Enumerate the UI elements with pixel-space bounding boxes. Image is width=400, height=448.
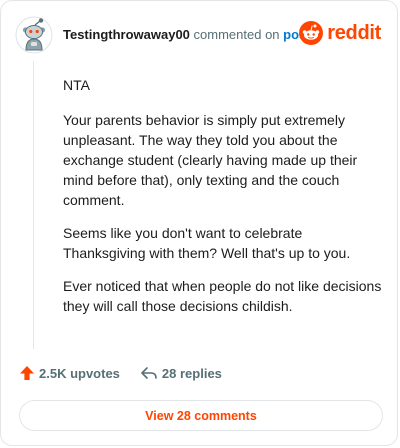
upvote-control[interactable]: 2.5K upvotes <box>19 365 120 381</box>
avatar[interactable] <box>15 16 53 54</box>
reddit-brand[interactable]: reddit <box>299 21 381 45</box>
view-comments-button[interactable]: View 28 comments <box>19 400 383 431</box>
reddit-logo-icon <box>299 21 324 45</box>
upvote-count: 2.5K upvotes <box>39 365 120 381</box>
comment-body: NTA Your parents behavior is simply put … <box>63 75 383 329</box>
byline-action: commented on <box>193 27 280 42</box>
comment-header: Testingthrowaway00 commented on post red… <box>15 15 383 55</box>
upvote-arrow-icon[interactable] <box>19 365 35 381</box>
reply-arrow-icon[interactable] <box>140 365 158 381</box>
replies-control[interactable]: 28 replies <box>140 365 222 381</box>
comment-stats: 2.5K upvotes 28 replies <box>19 365 222 381</box>
replies-count: 28 replies <box>161 365 222 381</box>
comment-card: Testingthrowaway00 commented on post red… <box>0 0 398 446</box>
thread-line[interactable] <box>33 61 34 349</box>
comment-paragraph: Your parents behavior is simply put extr… <box>63 112 358 208</box>
reddit-wordmark: reddit <box>327 21 381 44</box>
comment-paragraph: NTA <box>63 77 90 93</box>
comment-byline: Testingthrowaway00 commented on post <box>63 27 311 43</box>
snoo-avatar-icon <box>15 16 53 54</box>
comment-paragraph: Ever noticed that when people do not lik… <box>63 278 382 314</box>
comment-paragraph: Seems like you don't want to celebrate T… <box>63 225 351 261</box>
username-link[interactable]: Testingthrowaway00 <box>63 27 190 42</box>
